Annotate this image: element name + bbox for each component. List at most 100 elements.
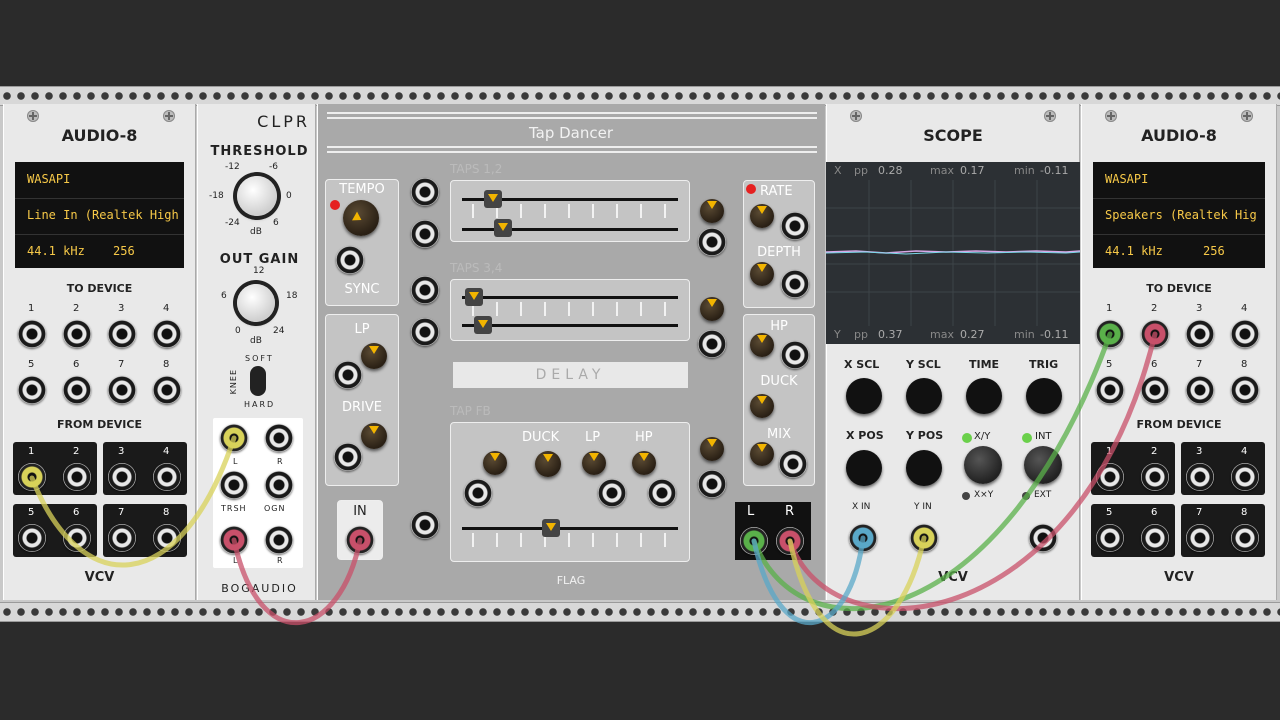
from-device-jack[interactable]	[108, 524, 136, 552]
tap-dancer-jack[interactable]	[598, 479, 626, 507]
block-size-label[interactable]: 256	[1203, 244, 1225, 258]
to-device-jack[interactable]	[108, 320, 136, 348]
from-device-jack[interactable]	[153, 463, 181, 491]
tempo-knob[interactable]	[343, 200, 379, 236]
lp-knob[interactable]	[361, 343, 387, 369]
tap-dancer-jack[interactable]	[781, 341, 809, 369]
tap-slider-handle[interactable]	[465, 288, 483, 306]
y-scale-knob[interactable]	[906, 378, 942, 414]
from-device-jack[interactable]	[1141, 524, 1169, 552]
out-r-jack[interactable]	[776, 527, 804, 555]
hp-knob[interactable]	[750, 333, 774, 357]
to-device-jack[interactable]	[63, 376, 91, 404]
tap-dancer-jack[interactable]	[411, 511, 439, 539]
tap-dancer-jack[interactable]	[464, 479, 492, 507]
to-device-jack[interactable]	[1096, 320, 1124, 348]
tap-dancer-jack[interactable]	[411, 220, 439, 248]
from-device-jack[interactable]	[18, 463, 46, 491]
duck-knob[interactable]	[750, 394, 774, 418]
int-ext-button[interactable]	[1024, 446, 1062, 484]
to-device-jack[interactable]	[153, 376, 181, 404]
from-device-jack[interactable]	[1186, 463, 1214, 491]
to-device-jack[interactable]	[1231, 376, 1259, 404]
to-device-jack[interactable]	[153, 320, 181, 348]
from-device-jack[interactable]	[63, 524, 91, 552]
tap-dancer-jack[interactable]	[336, 246, 364, 274]
duck-amount-knob[interactable]	[535, 451, 561, 477]
tap-dancer-jack[interactable]	[698, 330, 726, 358]
output-l-jack[interactable]	[220, 526, 248, 554]
tap-fb-time-knob[interactable]	[483, 451, 507, 475]
in-jack[interactable]	[346, 526, 374, 554]
xy-mode-button[interactable]	[964, 446, 1002, 484]
threshold-cv-jack[interactable]	[220, 471, 248, 499]
input-l-jack[interactable]	[220, 424, 248, 452]
sample-rate-label[interactable]: 44.1 kHz	[1105, 244, 1163, 258]
mix-knob[interactable]	[750, 442, 774, 466]
to-device-jack[interactable]	[18, 320, 46, 348]
tap-slider-handle[interactable]	[542, 519, 560, 537]
to-device-jack[interactable]	[63, 320, 91, 348]
input-r-jack[interactable]	[265, 424, 293, 452]
tap-slider-handle[interactable]	[494, 219, 512, 237]
tap-dancer-jack[interactable]	[779, 450, 807, 478]
to-device-jack[interactable]	[108, 376, 136, 404]
to-device-jack[interactable]	[1186, 376, 1214, 404]
block-size-label[interactable]: 256	[113, 244, 135, 258]
from-device-jack[interactable]	[1231, 524, 1259, 552]
x-position-knob[interactable]	[846, 450, 882, 486]
knee-switch[interactable]	[250, 366, 266, 396]
x-scale-knob[interactable]	[846, 378, 882, 414]
tap-dancer-jack[interactable]	[698, 228, 726, 256]
driver-label[interactable]: WASAPI	[1105, 172, 1148, 186]
out-l-jack[interactable]	[740, 527, 768, 555]
drive-knob[interactable]	[361, 423, 387, 449]
tap-dancer-jack[interactable]	[411, 178, 439, 206]
tap-dancer-jack[interactable]	[648, 479, 676, 507]
from-device-jack[interactable]	[108, 463, 136, 491]
from-device-jack[interactable]	[1231, 463, 1259, 491]
from-device-jack[interactable]	[63, 463, 91, 491]
ext-trig-jack[interactable]	[1029, 524, 1057, 552]
from-device-jack[interactable]	[1186, 524, 1214, 552]
audio-display[interactable]: WASAPI Line In (Realtek High 44.1 kHz 25…	[15, 162, 184, 268]
tap-level-knob[interactable]	[700, 297, 724, 321]
to-device-jack[interactable]	[1231, 320, 1259, 348]
device-label[interactable]: Line In (Realtek High	[27, 208, 179, 222]
out-gain-knob[interactable]	[237, 284, 275, 322]
to-device-jack[interactable]	[1141, 376, 1169, 404]
rate-knob[interactable]	[750, 204, 774, 228]
from-device-jack[interactable]	[153, 524, 181, 552]
tap-dancer-jack[interactable]	[334, 361, 362, 389]
fb-hp-knob[interactable]	[632, 451, 656, 475]
x-in-jack[interactable]	[849, 524, 877, 552]
fb-lp-knob[interactable]	[582, 451, 606, 475]
depth-knob[interactable]	[750, 262, 774, 286]
tap-dancer-jack[interactable]	[698, 470, 726, 498]
out-gain-cv-jack[interactable]	[265, 471, 293, 499]
from-device-jack[interactable]	[18, 524, 46, 552]
y-position-knob[interactable]	[906, 450, 942, 486]
tap-slider-handle[interactable]	[474, 316, 492, 334]
from-device-jack[interactable]	[1096, 463, 1124, 491]
audio-display[interactable]: WASAPI Speakers (Realtek Hig 44.1 kHz 25…	[1093, 162, 1265, 268]
time-knob[interactable]	[966, 378, 1002, 414]
tap-dancer-jack[interactable]	[781, 270, 809, 298]
tap-dancer-jack[interactable]	[781, 212, 809, 240]
device-label[interactable]: Speakers (Realtek Hig	[1105, 208, 1257, 222]
tap-fb-knob[interactable]	[700, 437, 724, 461]
driver-label[interactable]: WASAPI	[27, 172, 70, 186]
tap-dancer-jack[interactable]	[334, 443, 362, 471]
sample-rate-label[interactable]: 44.1 kHz	[27, 244, 85, 258]
to-device-jack[interactable]	[1096, 376, 1124, 404]
trigger-knob[interactable]	[1026, 378, 1062, 414]
tap-dancer-jack[interactable]	[411, 318, 439, 346]
to-device-jack[interactable]	[1186, 320, 1214, 348]
tap-rate-knob[interactable]	[700, 199, 724, 223]
from-device-jack[interactable]	[1096, 524, 1124, 552]
tap-dancer-jack[interactable]	[411, 276, 439, 304]
to-device-jack[interactable]	[18, 376, 46, 404]
output-r-jack[interactable]	[265, 526, 293, 554]
y-in-jack[interactable]	[910, 524, 938, 552]
from-device-jack[interactable]	[1141, 463, 1169, 491]
